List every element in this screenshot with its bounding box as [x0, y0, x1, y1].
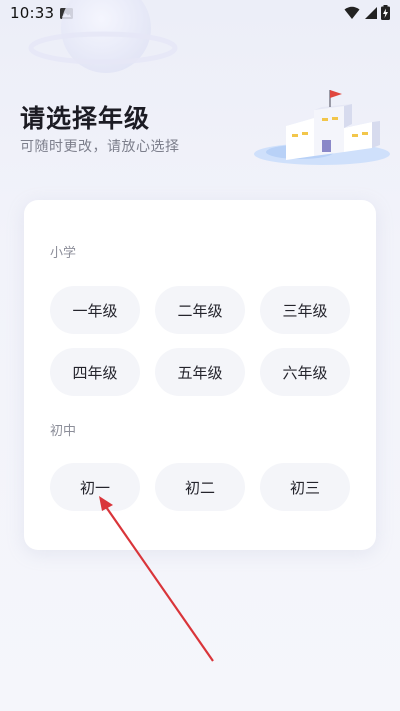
section-label-junior-high: 初中	[50, 424, 77, 439]
grade-button-4[interactable]: 四年级	[50, 348, 140, 396]
grade-button-junior-1[interactable]: 初一	[50, 463, 140, 511]
wifi-icon	[344, 6, 360, 19]
page-subtitle: 可随时更改，请放心选择	[20, 139, 180, 155]
grade-button-3[interactable]: 三年级	[260, 286, 350, 334]
page-title: 请选择年级	[20, 104, 151, 133]
grade-button-junior-3[interactable]: 初三	[260, 463, 350, 511]
grade-selection-card: 小学 一年级 二年级 三年级 四年级 五年级 六年级 初中 初一 初二 初三	[24, 200, 376, 550]
planet-illustration	[28, 0, 178, 73]
cell-signal-icon	[365, 6, 377, 19]
grade-button-1[interactable]: 一年级	[50, 286, 140, 334]
section-label-primary: 小学	[50, 246, 77, 261]
school-illustration	[254, 90, 390, 165]
battery-charging-icon	[381, 5, 390, 20]
grade-button-6[interactable]: 六年级	[260, 348, 350, 396]
grade-button-5[interactable]: 五年级	[155, 348, 245, 396]
grade-button-junior-2[interactable]: 初二	[155, 463, 245, 511]
grade-button-2[interactable]: 二年级	[155, 286, 245, 334]
